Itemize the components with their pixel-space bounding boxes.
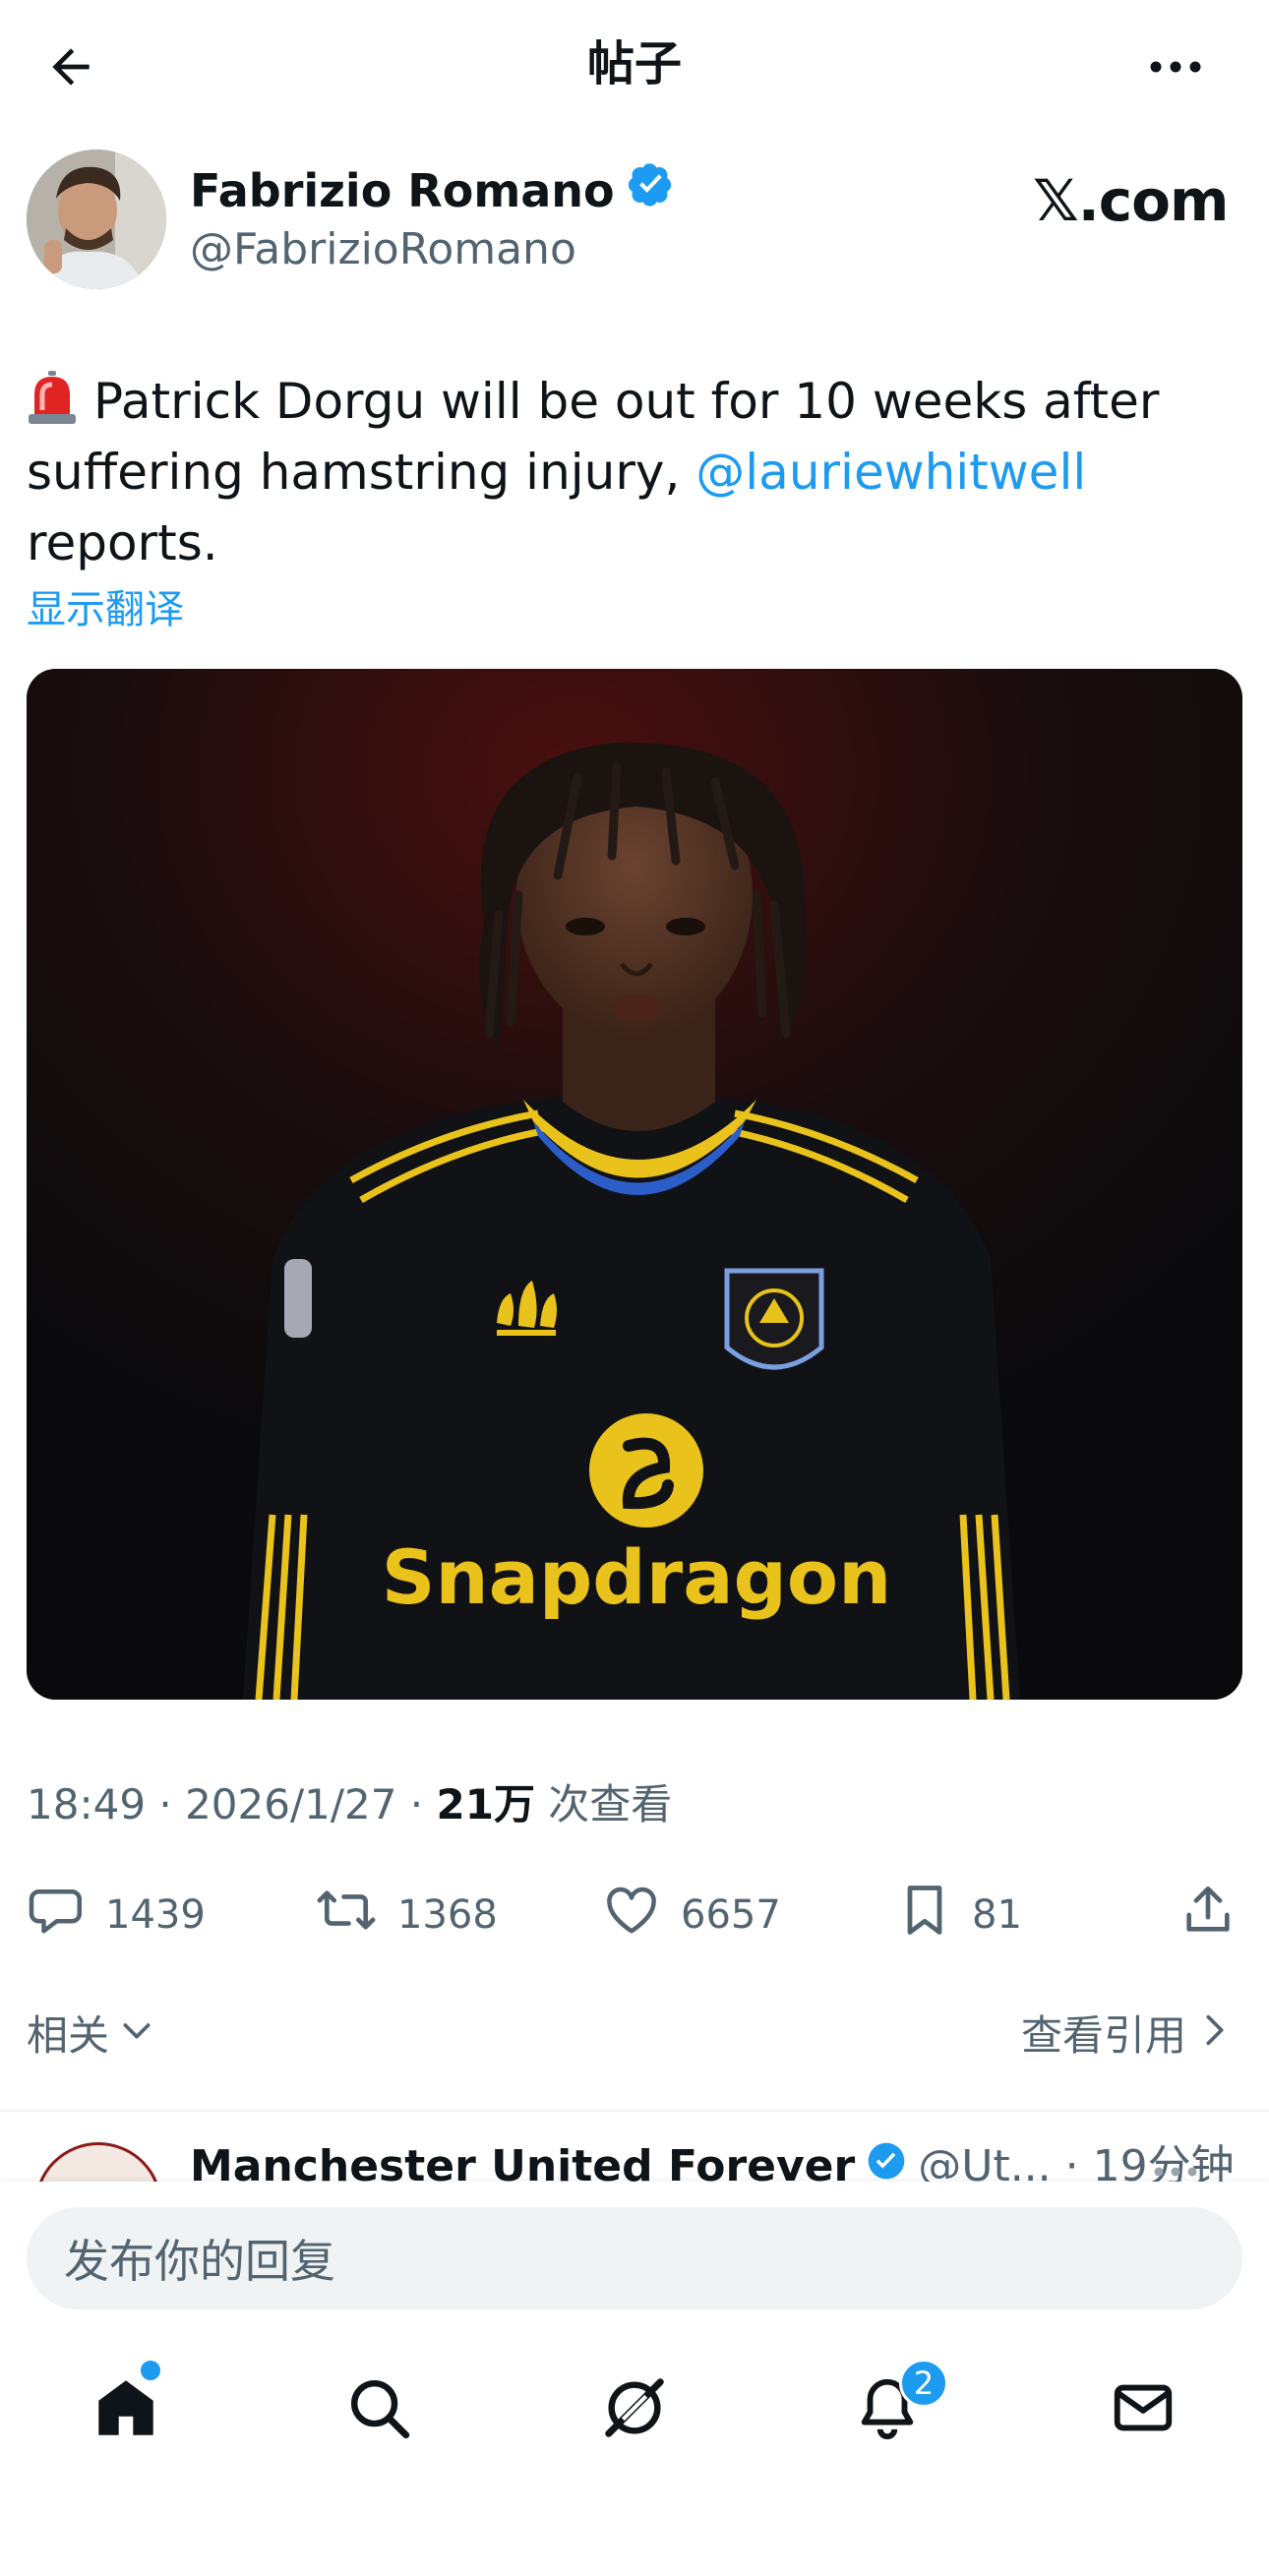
- reply-input[interactable]: 发布你的回复: [27, 2207, 1242, 2309]
- tweet-text: Patrick Dorgu will be out for 10 weeks a…: [27, 366, 1246, 578]
- view-quotes-label: 查看引用: [1020, 2011, 1186, 2060]
- tab-search[interactable]: [330, 2361, 428, 2459]
- author-avatar[interactable]: [27, 150, 166, 289]
- reply-preview[interactable]: Manchester United Forever @Ut... · 19分钟: [0, 2115, 1269, 2184]
- reply-placeholder: 发布你的回复: [64, 2235, 335, 2288]
- x-com-brand: 𝕏.com: [1033, 167, 1229, 234]
- page-title: 帖子: [586, 36, 682, 91]
- search-icon: [344, 2373, 413, 2446]
- related-label: 相关: [27, 2011, 110, 2060]
- home-icon: [91, 2373, 160, 2446]
- view-label: 次查看: [534, 1780, 673, 1828]
- reply-avatar[interactable]: [34, 2142, 162, 2184]
- reply-icon: [27, 1881, 86, 1949]
- action-bar: 1439 1368 6657 81: [27, 1879, 1246, 1951]
- repost-button[interactable]: 1368: [315, 1879, 498, 1951]
- reply-more-icon[interactable]: [1151, 2132, 1200, 2184]
- sponsor-text: Snapdragon: [382, 1533, 891, 1621]
- tweet-timestamp: 18:49 · 2026/1/27 ·: [27, 1780, 437, 1828]
- reply-count: 1439: [105, 1892, 206, 1938]
- sponsor-logo-icon: [589, 1413, 703, 1528]
- bookmark-button[interactable]: 81: [897, 1879, 1022, 1951]
- heart-icon: [602, 1881, 661, 1949]
- top-bar: 帖子: [0, 0, 1269, 133]
- tab-grok[interactable]: [585, 2361, 684, 2459]
- tweet-meta: 18:49 · 2026/1/27 · 21万 次查看: [27, 1775, 672, 1834]
- share-button[interactable]: [1179, 1879, 1237, 1951]
- bookmark-icon: [897, 1881, 952, 1949]
- home-notification-dot: [141, 2361, 160, 2380]
- grok-icon: [600, 2373, 669, 2446]
- author-name: Fabrizio Romano: [190, 164, 615, 217]
- reply-author-row[interactable]: Manchester United Forever @Ut... · 19分钟: [190, 2132, 1235, 2184]
- verified-badge-icon: [867, 2132, 906, 2184]
- reply-author-name: Manchester United Forever: [190, 2141, 856, 2184]
- notification-badge: 2: [899, 2359, 948, 2408]
- tweet-image[interactable]: Snapdragon: [27, 669, 1242, 1700]
- view-quotes-link[interactable]: 查看引用: [1021, 2007, 1232, 2066]
- show-translation-link[interactable]: 显示翻译: [27, 580, 184, 639]
- tab-home[interactable]: [77, 2361, 175, 2459]
- bookmark-count: 81: [972, 1892, 1022, 1938]
- chevron-down-icon: [117, 2007, 156, 2066]
- mention-link[interactable]: @lauriewhitwell: [695, 444, 1086, 501]
- siren-emoji-icon: [27, 371, 78, 426]
- verified-badge-icon: [628, 159, 674, 222]
- view-count: 21万: [436, 1780, 535, 1828]
- author-name-row[interactable]: Fabrizio Romano: [190, 159, 674, 222]
- mail-icon: [1109, 2373, 1178, 2446]
- author-handle[interactable]: @FabrizioRomano: [190, 220, 576, 279]
- tweet-text-end: reports.: [27, 514, 218, 571]
- divider: [0, 2110, 1269, 2112]
- tab-messages[interactable]: [1094, 2361, 1192, 2459]
- repost-icon: [315, 1881, 378, 1949]
- share-icon: [1179, 1881, 1237, 1949]
- club-crest-icon: [724, 1268, 824, 1370]
- chevron-right-icon: [1198, 2007, 1232, 2066]
- reply-button[interactable]: 1439: [27, 1879, 206, 1951]
- like-count: 6657: [681, 1892, 781, 1938]
- like-button[interactable]: 6657: [602, 1879, 781, 1951]
- related-toggle[interactable]: 相关: [27, 2007, 156, 2066]
- repost-count: 1368: [397, 1892, 498, 1938]
- more-options-icon[interactable]: [1141, 35, 1210, 98]
